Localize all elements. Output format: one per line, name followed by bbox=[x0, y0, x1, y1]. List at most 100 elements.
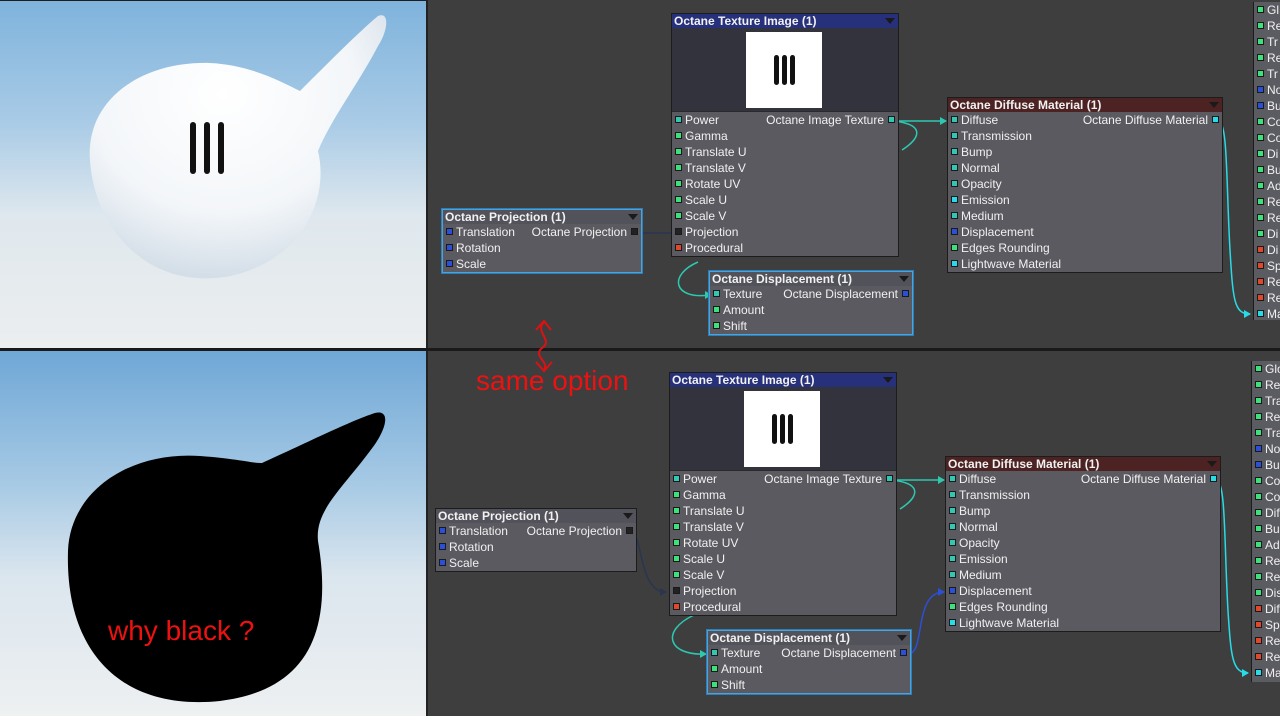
input-gamma[interactable]: Gamma bbox=[672, 128, 898, 144]
input-port-icon[interactable] bbox=[675, 132, 682, 139]
input-gamma[interactable]: Gamma bbox=[670, 487, 896, 503]
displacement-node-header[interactable]: Octane Displacement (1) bbox=[708, 631, 910, 645]
input-translation[interactable]: Translation Octane Projection bbox=[443, 224, 641, 240]
input-procedural[interactable]: Procedural bbox=[672, 240, 898, 256]
input-port-icon[interactable] bbox=[675, 148, 682, 155]
input-port-icon[interactable] bbox=[949, 619, 956, 626]
output-port-icon[interactable] bbox=[888, 116, 895, 123]
strip-input[interactable]: Re bbox=[1252, 409, 1280, 425]
displacement-node[interactable]: Octane Displacement (1) Texture Octane Di… bbox=[707, 630, 911, 694]
input-port-icon[interactable] bbox=[711, 681, 718, 688]
input-port-icon[interactable] bbox=[1255, 509, 1262, 516]
input-port-icon[interactable] bbox=[1257, 54, 1264, 61]
input-port-icon[interactable] bbox=[1255, 557, 1262, 564]
collapse-arrow-icon[interactable] bbox=[1209, 102, 1219, 108]
strip-input[interactable]: Tra bbox=[1252, 393, 1280, 409]
input-port-icon[interactable] bbox=[713, 322, 720, 329]
strip-input[interactable]: Bu bbox=[1254, 162, 1280, 178]
collapse-arrow-icon[interactable] bbox=[883, 377, 893, 383]
input-port-icon[interactable] bbox=[673, 603, 680, 610]
input-texture[interactable]: Texture Octane Displacement bbox=[708, 645, 910, 661]
strip-input[interactable]: Co bbox=[1254, 130, 1280, 146]
strip-input[interactable]: Re bbox=[1252, 569, 1280, 585]
input-port-icon[interactable] bbox=[949, 603, 956, 610]
input-port-icon[interactable] bbox=[675, 212, 682, 219]
strip-input[interactable]: Ma bbox=[1254, 306, 1280, 322]
strip-input[interactable]: Tr bbox=[1254, 66, 1280, 82]
input-port-icon[interactable] bbox=[949, 475, 956, 482]
input-port-icon[interactable] bbox=[949, 491, 956, 498]
input-port-icon[interactable] bbox=[1255, 445, 1262, 452]
output-port-icon[interactable] bbox=[1210, 475, 1217, 482]
input-port-icon[interactable] bbox=[446, 228, 453, 235]
output-port-icon[interactable] bbox=[1212, 116, 1219, 123]
input-port-icon[interactable] bbox=[951, 164, 958, 171]
input-port-icon[interactable] bbox=[1255, 573, 1262, 580]
strip-input[interactable]: Co bbox=[1252, 473, 1280, 489]
strip-input[interactable]: Dis bbox=[1252, 585, 1280, 601]
input-port-icon[interactable] bbox=[1255, 381, 1262, 388]
input-port-icon[interactable] bbox=[1255, 365, 1262, 372]
input-port-icon[interactable] bbox=[1255, 541, 1262, 548]
input-port-icon[interactable] bbox=[1257, 134, 1264, 141]
input-port-icon[interactable] bbox=[675, 116, 682, 123]
output-port-icon[interactable] bbox=[902, 290, 909, 297]
input-edges-rounding[interactable]: Edges Rounding bbox=[946, 599, 1220, 615]
input-emission[interactable]: Emission bbox=[948, 192, 1222, 208]
input-port-icon[interactable] bbox=[951, 260, 958, 267]
input-port-icon[interactable] bbox=[673, 523, 680, 530]
strip-input[interactable]: Re bbox=[1254, 50, 1280, 66]
strip-input[interactable]: Re bbox=[1254, 210, 1280, 226]
input-rotation[interactable]: Rotation bbox=[436, 539, 636, 555]
strip-input[interactable]: Sp bbox=[1254, 258, 1280, 274]
input-port-icon[interactable] bbox=[713, 306, 720, 313]
input-port-icon[interactable] bbox=[949, 507, 956, 514]
collapse-arrow-icon[interactable] bbox=[899, 276, 909, 282]
input-opacity[interactable]: Opacity bbox=[948, 176, 1222, 192]
diffuse-material-node[interactable]: Octane Diffuse Material (1) Diffuse Octan… bbox=[945, 456, 1221, 632]
strip-input[interactable]: Re bbox=[1252, 553, 1280, 569]
output-port-icon[interactable] bbox=[631, 228, 638, 235]
output-port-icon[interactable] bbox=[886, 475, 893, 482]
input-shift[interactable]: Shift bbox=[710, 318, 912, 334]
input-port-icon[interactable] bbox=[1257, 118, 1264, 125]
input-port-icon[interactable] bbox=[439, 543, 446, 550]
input-port-icon[interactable] bbox=[673, 571, 680, 578]
input-port-icon[interactable] bbox=[1255, 397, 1262, 404]
input-scale-v[interactable]: Scale V bbox=[672, 208, 898, 224]
input-port-icon[interactable] bbox=[675, 196, 682, 203]
diffuse-material-node[interactable]: Octane Diffuse Material (1) Diffuse Octan… bbox=[947, 97, 1223, 273]
strip-input[interactable]: Tra bbox=[1252, 425, 1280, 441]
strip-input[interactable]: Re bbox=[1252, 649, 1280, 665]
input-port-icon[interactable] bbox=[1255, 413, 1262, 420]
input-port-icon[interactable] bbox=[673, 555, 680, 562]
strip-input[interactable]: No bbox=[1252, 441, 1280, 457]
input-port-icon[interactable] bbox=[1255, 589, 1262, 596]
input-port-icon[interactable] bbox=[711, 665, 718, 672]
input-port-icon[interactable] bbox=[1257, 6, 1264, 13]
strip-input[interactable]: No bbox=[1254, 82, 1280, 98]
input-port-icon[interactable] bbox=[673, 507, 680, 514]
input-projection[interactable]: Projection bbox=[672, 224, 898, 240]
input-scale-u[interactable]: Scale U bbox=[672, 192, 898, 208]
texture-image-node[interactable]: Octane Texture Image (1) Power Octane Ima… bbox=[669, 372, 897, 616]
texture-image-node-header[interactable]: Octane Texture Image (1) bbox=[672, 14, 898, 28]
input-edges-rounding[interactable]: Edges Rounding bbox=[948, 240, 1222, 256]
input-rotate-uv[interactable]: Rotate UV bbox=[672, 176, 898, 192]
input-displacement[interactable]: Displacement bbox=[946, 583, 1220, 599]
input-port-icon[interactable] bbox=[1257, 278, 1264, 285]
input-lightwave-material[interactable]: Lightwave Material bbox=[946, 615, 1220, 631]
input-medium[interactable]: Medium bbox=[948, 208, 1222, 224]
input-translate-u[interactable]: Translate U bbox=[670, 503, 896, 519]
input-power[interactable]: Power Octane Image Texture bbox=[672, 112, 898, 128]
input-port-icon[interactable] bbox=[673, 475, 680, 482]
input-translate-v[interactable]: Translate V bbox=[670, 519, 896, 535]
projection-node-header[interactable]: Octane Projection (1) bbox=[443, 210, 641, 224]
input-port-icon[interactable] bbox=[949, 523, 956, 530]
strip-input[interactable]: Re bbox=[1252, 633, 1280, 649]
input-scale[interactable]: Scale bbox=[436, 555, 636, 571]
collapse-arrow-icon[interactable] bbox=[897, 635, 907, 641]
input-port-icon[interactable] bbox=[1255, 429, 1262, 436]
input-translation[interactable]: Translation Octane Projection bbox=[436, 523, 636, 539]
input-port-icon[interactable] bbox=[1257, 38, 1264, 45]
